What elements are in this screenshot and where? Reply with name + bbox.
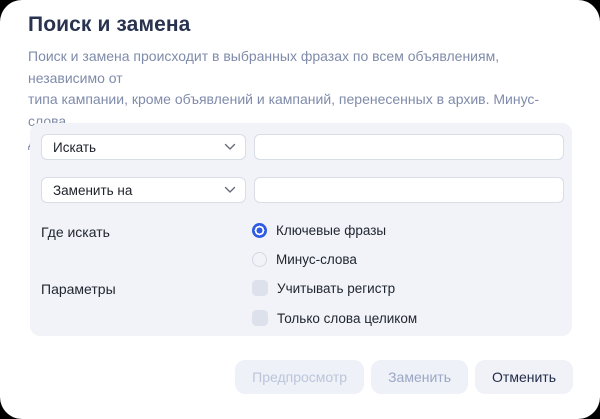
checkbox-icon[interactable] [252, 280, 268, 296]
parameters-row: Параметры Учитывать регистр Только слова… [41, 280, 564, 326]
where-to-search-label: Где искать [41, 223, 252, 240]
checkbox-icon[interactable] [252, 310, 268, 326]
parameter-options: Учитывать регистр Только слова целиком [252, 280, 417, 326]
search-replace-dialog: Поиск и замена Поиск и замена происходит… [0, 0, 600, 419]
dialog-footer: Предпросмотр Заменить Отменить [235, 360, 573, 394]
preview-button[interactable]: Предпросмотр [235, 360, 364, 394]
form-panel: Искать Заменить на Где искать Ключ [30, 123, 572, 336]
chevron-down-icon [224, 143, 236, 151]
where-to-search-row: Где искать Ключевые фразы Минус-слова [41, 223, 564, 267]
search-mode-select[interactable]: Искать [41, 134, 246, 160]
where-options: Ключевые фразы Минус-слова [252, 223, 386, 267]
radio-icon[interactable] [252, 223, 267, 238]
checkbox-option-label: Только слова целиком [277, 311, 417, 326]
replace-button[interactable]: Заменить [371, 360, 468, 394]
radio-icon[interactable] [252, 252, 267, 267]
search-row: Искать [41, 134, 564, 160]
cancel-button[interactable]: Отменить [475, 360, 573, 394]
checkbox-option-case-sensitive[interactable]: Учитывать регистр [252, 280, 417, 296]
checkbox-option-label: Учитывать регистр [277, 281, 395, 296]
checkbox-option-whole-words[interactable]: Только слова целиком [252, 310, 417, 326]
dialog-title: Поиск и замена [0, 0, 600, 37]
radio-option-label: Ключевые фразы [276, 223, 386, 238]
replace-row: Заменить на [41, 177, 564, 203]
replace-term-input[interactable] [254, 177, 564, 203]
replace-mode-value: Заменить на [53, 183, 132, 198]
search-mode-value: Искать [53, 140, 96, 155]
replace-mode-select[interactable]: Заменить на [41, 177, 246, 203]
chevron-down-icon [224, 186, 236, 194]
parameters-label: Параметры [41, 280, 252, 297]
search-term-input[interactable] [254, 134, 564, 160]
description-line: Поиск и замена происходит в выбранных фр… [28, 48, 499, 86]
radio-option-minus-words[interactable]: Минус-слова [252, 252, 386, 267]
radio-option-keyword-phrases[interactable]: Ключевые фразы [252, 223, 386, 238]
radio-option-label: Минус-слова [276, 252, 357, 267]
